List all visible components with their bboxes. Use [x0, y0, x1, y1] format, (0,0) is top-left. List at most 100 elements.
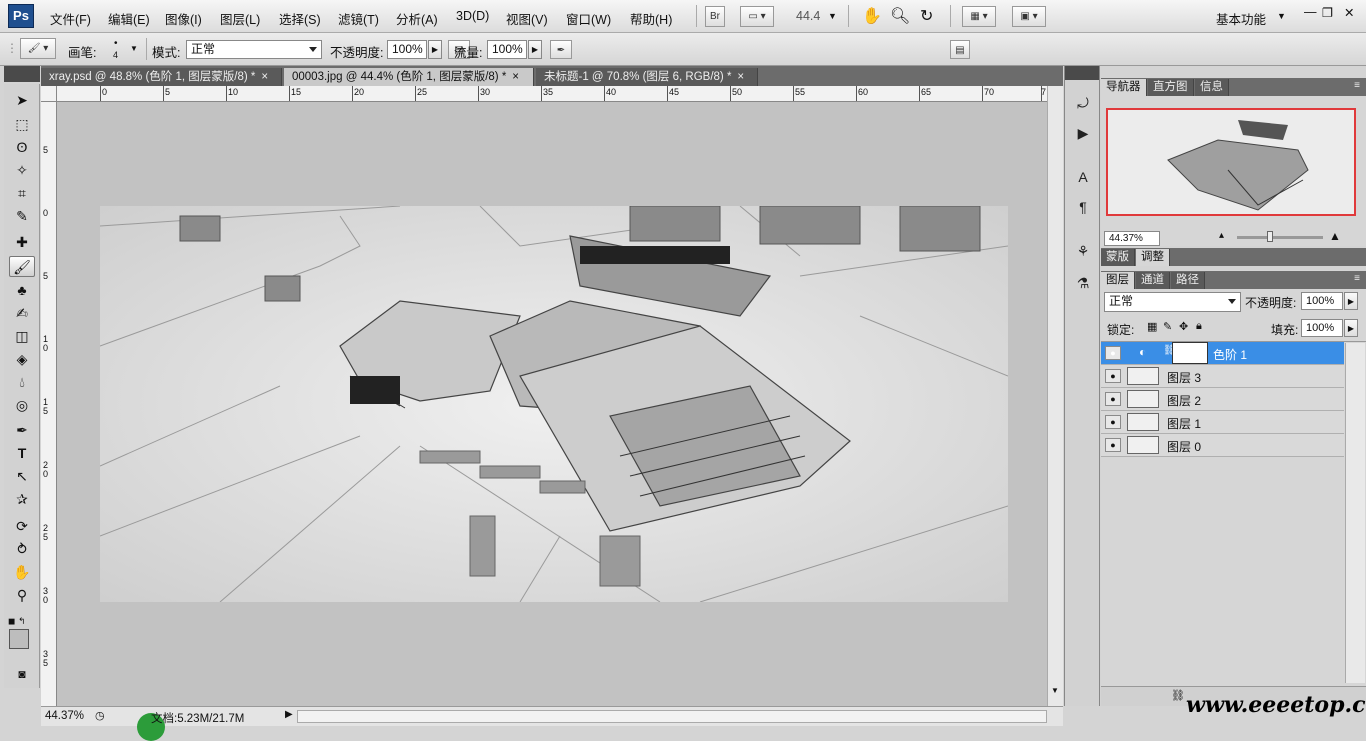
menu-view[interactable]: 视图(V) [506, 9, 548, 28]
tab-channels[interactable]: 通道 [1136, 272, 1170, 289]
panel-menu-icon[interactable]: ≡ [1354, 273, 1360, 284]
toolbox-header[interactable] [4, 66, 40, 82]
dodge-icon[interactable]: ◎ [9, 395, 35, 416]
navigator-preview[interactable] [1106, 108, 1356, 216]
menu-help[interactable]: 帮助(H) [630, 9, 672, 28]
zoom-in-icon[interactable]: ▲ [1329, 229, 1341, 243]
layer-row[interactable]: ● 图层 0 [1101, 434, 1344, 457]
vertical-ruler[interactable]: 5 0 5 1 0 1 5 2 0 2 5 3 0 3 5 [41, 102, 57, 706]
dock-header[interactable] [1065, 66, 1099, 80]
restore-icon[interactable]: ❐ [1322, 5, 1333, 20]
arrange-documents-button[interactable]: ▦ ▾ [962, 6, 996, 27]
character-panel-icon[interactable]: A [1072, 166, 1094, 188]
flow-slider-toggle[interactable]: ▶ [528, 40, 542, 59]
tool-presets-panel-icon[interactable]: ⚗ [1072, 272, 1094, 294]
zoom-level-field[interactable]: 44.4 [796, 9, 820, 23]
eye-icon[interactable]: ● [1105, 346, 1121, 360]
menu-filter[interactable]: 滤镜(T) [338, 9, 379, 28]
actions-panel-icon[interactable]: ▶ [1072, 122, 1094, 144]
tab-untitled[interactable]: 未标题-1 @ 70.8% (图层 6, RGB/8) * × [536, 68, 758, 86]
layer-row[interactable]: ● 图层 2 [1101, 388, 1344, 411]
status-zoom[interactable]: 44.37% [45, 710, 84, 722]
tab-histogram[interactable]: 直方图 [1148, 79, 1194, 96]
eye-icon[interactable]: ● [1105, 438, 1121, 452]
fill-input[interactable]: 100% [1301, 319, 1343, 337]
lock-position-icon[interactable]: ✥ [1179, 320, 1188, 333]
blur-icon[interactable]: 💧︎ [9, 372, 35, 393]
zoom-tool-icon[interactable]: 🔍︎ [890, 6, 910, 26]
chevron-down-icon[interactable]: ▼ [828, 11, 837, 21]
menu-3d[interactable]: 3D(D) [456, 9, 489, 23]
workspace-switcher[interactable]: 基本功能 [1216, 9, 1266, 28]
layer-row[interactable]: ● 图层 3 [1101, 365, 1344, 388]
horizontal-scrollbar[interactable] [297, 710, 1047, 723]
marquee-icon[interactable]: ⬚ [9, 114, 35, 135]
stamp-icon[interactable]: ♣ [9, 280, 35, 301]
zoom-out-icon[interactable]: ▴ [1219, 230, 1224, 241]
close-icon[interactable]: × [737, 71, 744, 83]
flow-input[interactable]: 100% [487, 40, 527, 59]
tab-navigator[interactable]: 导航器 [1101, 79, 1147, 96]
scroll-down-icon[interactable]: ▼ [1051, 686, 1059, 695]
lock-all-icon[interactable]: 🔒︎ [1196, 320, 1202, 333]
menu-analysis[interactable]: 分析(A) [396, 9, 438, 28]
zoom-icon[interactable]: ⚲ [9, 585, 35, 606]
lasso-icon[interactable]: ʘ [9, 137, 35, 158]
history-panel-icon[interactable]: ⤾ [1072, 92, 1094, 114]
tab-00003[interactable]: 00003.jpg @ 44.4% (色阶 1, 图层蒙版/8) * × [284, 68, 534, 86]
hand-tool-icon[interactable]: ✋ [862, 6, 882, 26]
bridge-button[interactable]: Br [705, 6, 725, 27]
layer-opacity-input[interactable]: 100% [1301, 292, 1343, 310]
menu-window[interactable]: 窗口(W) [566, 9, 611, 28]
menu-file[interactable]: 文件(F) [50, 9, 91, 28]
horizontal-ruler[interactable]: 0 5 10 15 20 25 30 35 40 45 50 55 60 65 … [57, 86, 1047, 102]
menu-image[interactable]: 图像(I) [165, 9, 202, 28]
close-icon[interactable]: × [512, 71, 519, 83]
crop-icon[interactable]: ⌗ [9, 183, 35, 204]
eye-icon[interactable]: ● [1105, 369, 1121, 383]
opacity-input[interactable]: 100% [387, 40, 427, 59]
navigator-zoom-input[interactable]: 44.37% [1104, 231, 1160, 246]
tab-info[interactable]: 信息 [1195, 79, 1229, 96]
airbrush-icon[interactable]: ✒ [550, 40, 572, 59]
lock-image-icon[interactable]: ✎ [1163, 320, 1172, 333]
default-colors-icon[interactable]: ◼ ↰ [8, 616, 26, 627]
menu-edit[interactable]: 编辑(E) [108, 9, 150, 28]
document-image[interactable] [100, 206, 1008, 602]
navigator-zoom-slider[interactable] [1237, 236, 1323, 239]
layer-opacity-slider-toggle[interactable]: ▶ [1344, 292, 1358, 310]
brush-panel-icon[interactable]: ▤ [950, 40, 970, 59]
3d-rotate-icon[interactable]: ⟳ [9, 516, 35, 537]
brush-picker[interactable]: • 4 ▼ [108, 38, 142, 62]
move-icon[interactable]: ➤ [9, 90, 35, 111]
tab-masks[interactable]: 蒙版 [1101, 249, 1135, 266]
shape-icon[interactable]: ✰ [9, 489, 35, 510]
canvas-area[interactable] [57, 102, 1047, 706]
view-extras-button[interactable]: ▭ ▾ [740, 6, 774, 27]
3d-orbit-icon[interactable]: ⥁ [9, 539, 35, 560]
brush-icon[interactable]: 🖌︎ [9, 256, 35, 277]
tab-layers[interactable]: 图层 [1101, 272, 1135, 289]
eraser-icon[interactable]: ◫ [9, 326, 35, 347]
mode-select[interactable]: 正常 [186, 40, 322, 59]
healing-icon[interactable]: ✚ [9, 232, 35, 253]
layer-row[interactable]: ● 图层 1 [1101, 411, 1344, 434]
rotate-view-icon[interactable]: ↻ [920, 6, 933, 26]
fill-slider-toggle[interactable]: ▶ [1344, 319, 1358, 337]
type-icon[interactable]: T [9, 443, 35, 464]
minimize-icon[interactable]: — [1304, 5, 1317, 19]
panel-menu-icon[interactable]: ≡ [1354, 80, 1360, 91]
ruler-origin[interactable] [41, 86, 57, 102]
status-menu-arrow-icon[interactable]: ▶ [285, 709, 293, 720]
menu-select[interactable]: 选择(S) [279, 9, 321, 28]
foreground-color-swatch[interactable] [9, 629, 29, 649]
quick-mask-icon[interactable]: ◙ [9, 664, 35, 685]
blend-mode-select[interactable]: 正常 [1104, 292, 1241, 312]
chevron-down-icon[interactable]: ▼ [1277, 11, 1286, 21]
lock-transparent-icon[interactable]: ▦ [1147, 320, 1157, 333]
eye-icon[interactable]: ● [1105, 392, 1121, 406]
magic-wand-icon[interactable]: ✧ [9, 160, 35, 181]
clone-source-panel-icon[interactable]: ⚘ [1072, 240, 1094, 262]
path-select-icon[interactable]: ↖ [9, 466, 35, 487]
zoom-slider-thumb[interactable] [1267, 231, 1273, 242]
